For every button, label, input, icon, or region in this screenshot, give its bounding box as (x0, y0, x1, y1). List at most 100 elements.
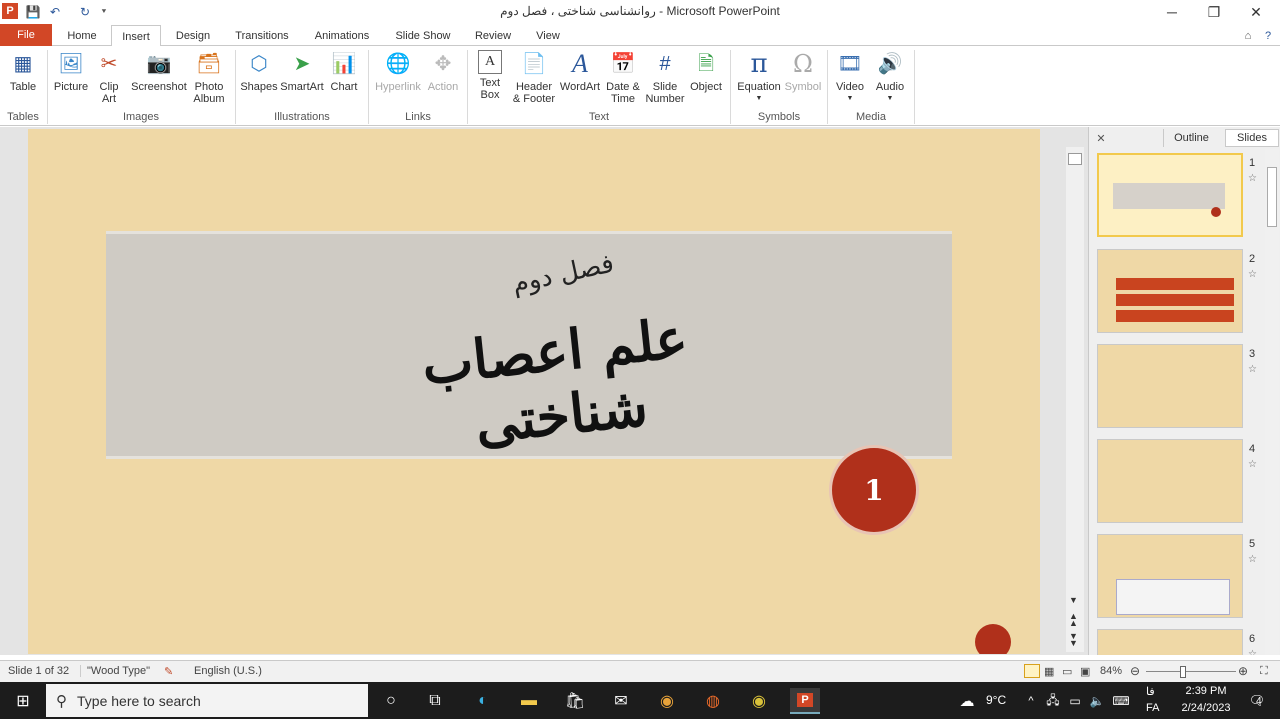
slide-thumbnail-image[interactable] (1097, 534, 1243, 618)
task-view-icon[interactable]: ⧉ (422, 688, 448, 714)
audio-button[interactable]: 🔊 Audio ▼ (872, 50, 908, 105)
windows-start-icon[interactable]: ⊞ (10, 688, 36, 714)
tab-file[interactable]: File (0, 24, 52, 46)
language[interactable]: English (U.S.) (194, 665, 262, 677)
language-indicator-native[interactable]: فا (1146, 685, 1155, 698)
clip-art-button[interactable]: ✂ Clip Art (92, 50, 126, 105)
equation-button[interactable]: π Equation ▼ (734, 50, 784, 105)
video-button[interactable]: 🎞 Video ▼ (832, 50, 868, 105)
slides-pane: ✕ Outline Slides 1 ☆ 2 ☆ 3 ☆ 4 ☆ 5 ☆ 6 ☆ (1088, 127, 1280, 655)
mail-icon[interactable]: ✉ (608, 688, 634, 714)
slide-canvas[interactable]: فصل دوم علم اعصاب شناختی 1 (28, 129, 1040, 654)
powerpoint-taskbar-icon[interactable]: P (790, 688, 820, 714)
normal-view-icon[interactable] (1024, 664, 1040, 678)
slide-thumbnail-image[interactable] (1097, 153, 1243, 237)
next-slide-icon[interactable]: ▼ ▼ (1069, 632, 1078, 648)
clock-date[interactable]: 2/24/2023 (1170, 702, 1242, 714)
shapes-icon: ⬡ (250, 53, 268, 75)
slide-thumbnail-image[interactable] (1097, 629, 1243, 655)
ribbon-tabs: File Home Insert Design Transitions Anim… (0, 24, 1280, 47)
tab-animations[interactable]: Animations (306, 25, 378, 46)
tab-review[interactable]: Review (466, 25, 520, 46)
hyperlink-button[interactable]: 🌐 Hyperlink (372, 50, 424, 93)
close-icon[interactable]: ✕ (1236, 0, 1276, 24)
screenshot-icon: 📷 (146, 53, 172, 75)
table-button[interactable]: ▦ Table (4, 50, 42, 93)
scrollbar-thumb[interactable] (1068, 153, 1082, 165)
cortana-icon[interactable]: ○ (378, 688, 404, 714)
slide-thumbnail[interactable]: 6 ☆ (1089, 629, 1265, 655)
pane-scrollbar[interactable] (1265, 149, 1279, 655)
scroll-down-icon[interactable]: ▼ (1069, 595, 1078, 605)
file-explorer-icon[interactable]: ▬ (516, 688, 542, 714)
header-footer-icon: 📄 (521, 53, 547, 75)
tab-transitions[interactable]: Transitions (226, 25, 298, 46)
slide-sorter-icon[interactable]: ▦ (1044, 665, 1054, 678)
object-button[interactable]: 🗎 Object (688, 50, 724, 93)
reading-view-icon[interactable]: ▭ (1062, 665, 1072, 678)
action-button[interactable]: ✥ Action (424, 50, 462, 93)
screenshot-button[interactable]: 📷 Screenshot (130, 50, 188, 93)
photo-album-button[interactable]: 🗃 Photo Album (188, 50, 230, 105)
chrome-canary-icon[interactable]: ◉ (746, 688, 772, 714)
picture-button[interactable]: 🖼 Picture (52, 50, 90, 93)
close-pane-icon[interactable]: ✕ (1093, 129, 1109, 147)
editor-scrollbar[interactable]: ▼ ▲ ▲ ▼ ▼ (1066, 147, 1084, 652)
animation-star-icon: ☆ (1248, 554, 1257, 565)
slide-thumbnail-image[interactable] (1097, 249, 1243, 333)
slide-show-icon[interactable]: ▣ (1080, 665, 1090, 678)
zoom-in-icon[interactable]: ⊕ (1238, 664, 1248, 678)
slide-thumbnail[interactable]: 4 ☆ (1089, 439, 1265, 525)
shapes-button[interactable]: ⬡ Shapes (240, 50, 278, 93)
store-icon[interactable]: 🛍 (562, 688, 588, 714)
slide-thumbnail[interactable]: 3 ☆ (1089, 344, 1265, 430)
edge-icon[interactable]: ◐ (470, 688, 496, 714)
tab-home[interactable]: Home (58, 25, 106, 46)
firefox-icon[interactable]: ◍ (700, 688, 726, 714)
text-box-button[interactable]: A Text Box (472, 50, 508, 101)
pane-scrollbar-thumb[interactable] (1267, 167, 1277, 227)
fit-to-window-icon[interactable]: ⛶ (1260, 665, 1268, 678)
slide-thumbnail[interactable]: 1 ☆ (1089, 153, 1265, 239)
minimize-icon[interactable]: ─ (1152, 0, 1192, 24)
minimize-ribbon-icon[interactable]: ⌂ (1240, 25, 1256, 46)
chart-button[interactable]: 📊 Chart (326, 50, 362, 93)
help-icon[interactable]: ? (1258, 25, 1278, 46)
tab-view[interactable]: View (526, 25, 570, 46)
group-label-illustrations: Illustrations (274, 111, 330, 123)
slide-thumbnail[interactable]: 5 ☆ (1089, 534, 1265, 620)
group-label-links: Links (405, 111, 431, 123)
smartart-button[interactable]: ➤ SmartArt (280, 50, 324, 93)
date-time-button[interactable]: 📅 Date & Time (604, 50, 642, 105)
wordart-button[interactable]: A WordArt (558, 50, 602, 94)
tab-outline[interactable]: Outline (1163, 129, 1219, 147)
slide-thumbnail[interactable]: 2 ☆ (1089, 249, 1265, 335)
zoom-level[interactable]: 84% (1100, 665, 1122, 677)
slide-number-button[interactable]: # Slide Number (644, 50, 686, 105)
group-label-images: Images (122, 111, 160, 123)
keyboard-icon[interactable]: ⌨ (1108, 688, 1134, 714)
tab-insert[interactable]: Insert (111, 25, 161, 47)
clock-time[interactable]: 2:39 PM (1180, 685, 1232, 697)
previous-slide-icon[interactable]: ▲ ▲ (1069, 612, 1078, 628)
zoom-out-icon[interactable]: ⊖ (1130, 664, 1140, 678)
slide-thumbnail-image[interactable] (1097, 439, 1243, 523)
restore-icon[interactable]: ❐ (1194, 0, 1234, 24)
header-footer-button[interactable]: 📄 Header & Footer (510, 50, 558, 105)
tab-slides[interactable]: Slides (1225, 129, 1279, 147)
group-label-text: Text (588, 111, 610, 123)
tab-slide-show[interactable]: Slide Show (386, 25, 460, 46)
language-indicator[interactable]: FA (1146, 702, 1159, 714)
zoom-slider[interactable] (1146, 671, 1236, 672)
chrome-icon[interactable]: ◉ (654, 688, 680, 714)
weather-temp: 9°C (986, 693, 1007, 707)
action-icon: ✥ (434, 53, 452, 75)
taskbar-search-box[interactable]: ⚲ Type here to search (46, 684, 368, 717)
spellcheck-icon[interactable]: ✎ (164, 665, 173, 678)
tab-design[interactable]: Design (166, 25, 220, 46)
symbol-button[interactable]: Ω Symbol (784, 50, 822, 93)
zoom-slider-thumb[interactable] (1180, 666, 1186, 678)
smartart-icon: ➤ (293, 53, 311, 75)
volume-icon[interactable]: 🔈 (1084, 688, 1110, 714)
slide-thumbnail-image[interactable] (1097, 344, 1243, 428)
